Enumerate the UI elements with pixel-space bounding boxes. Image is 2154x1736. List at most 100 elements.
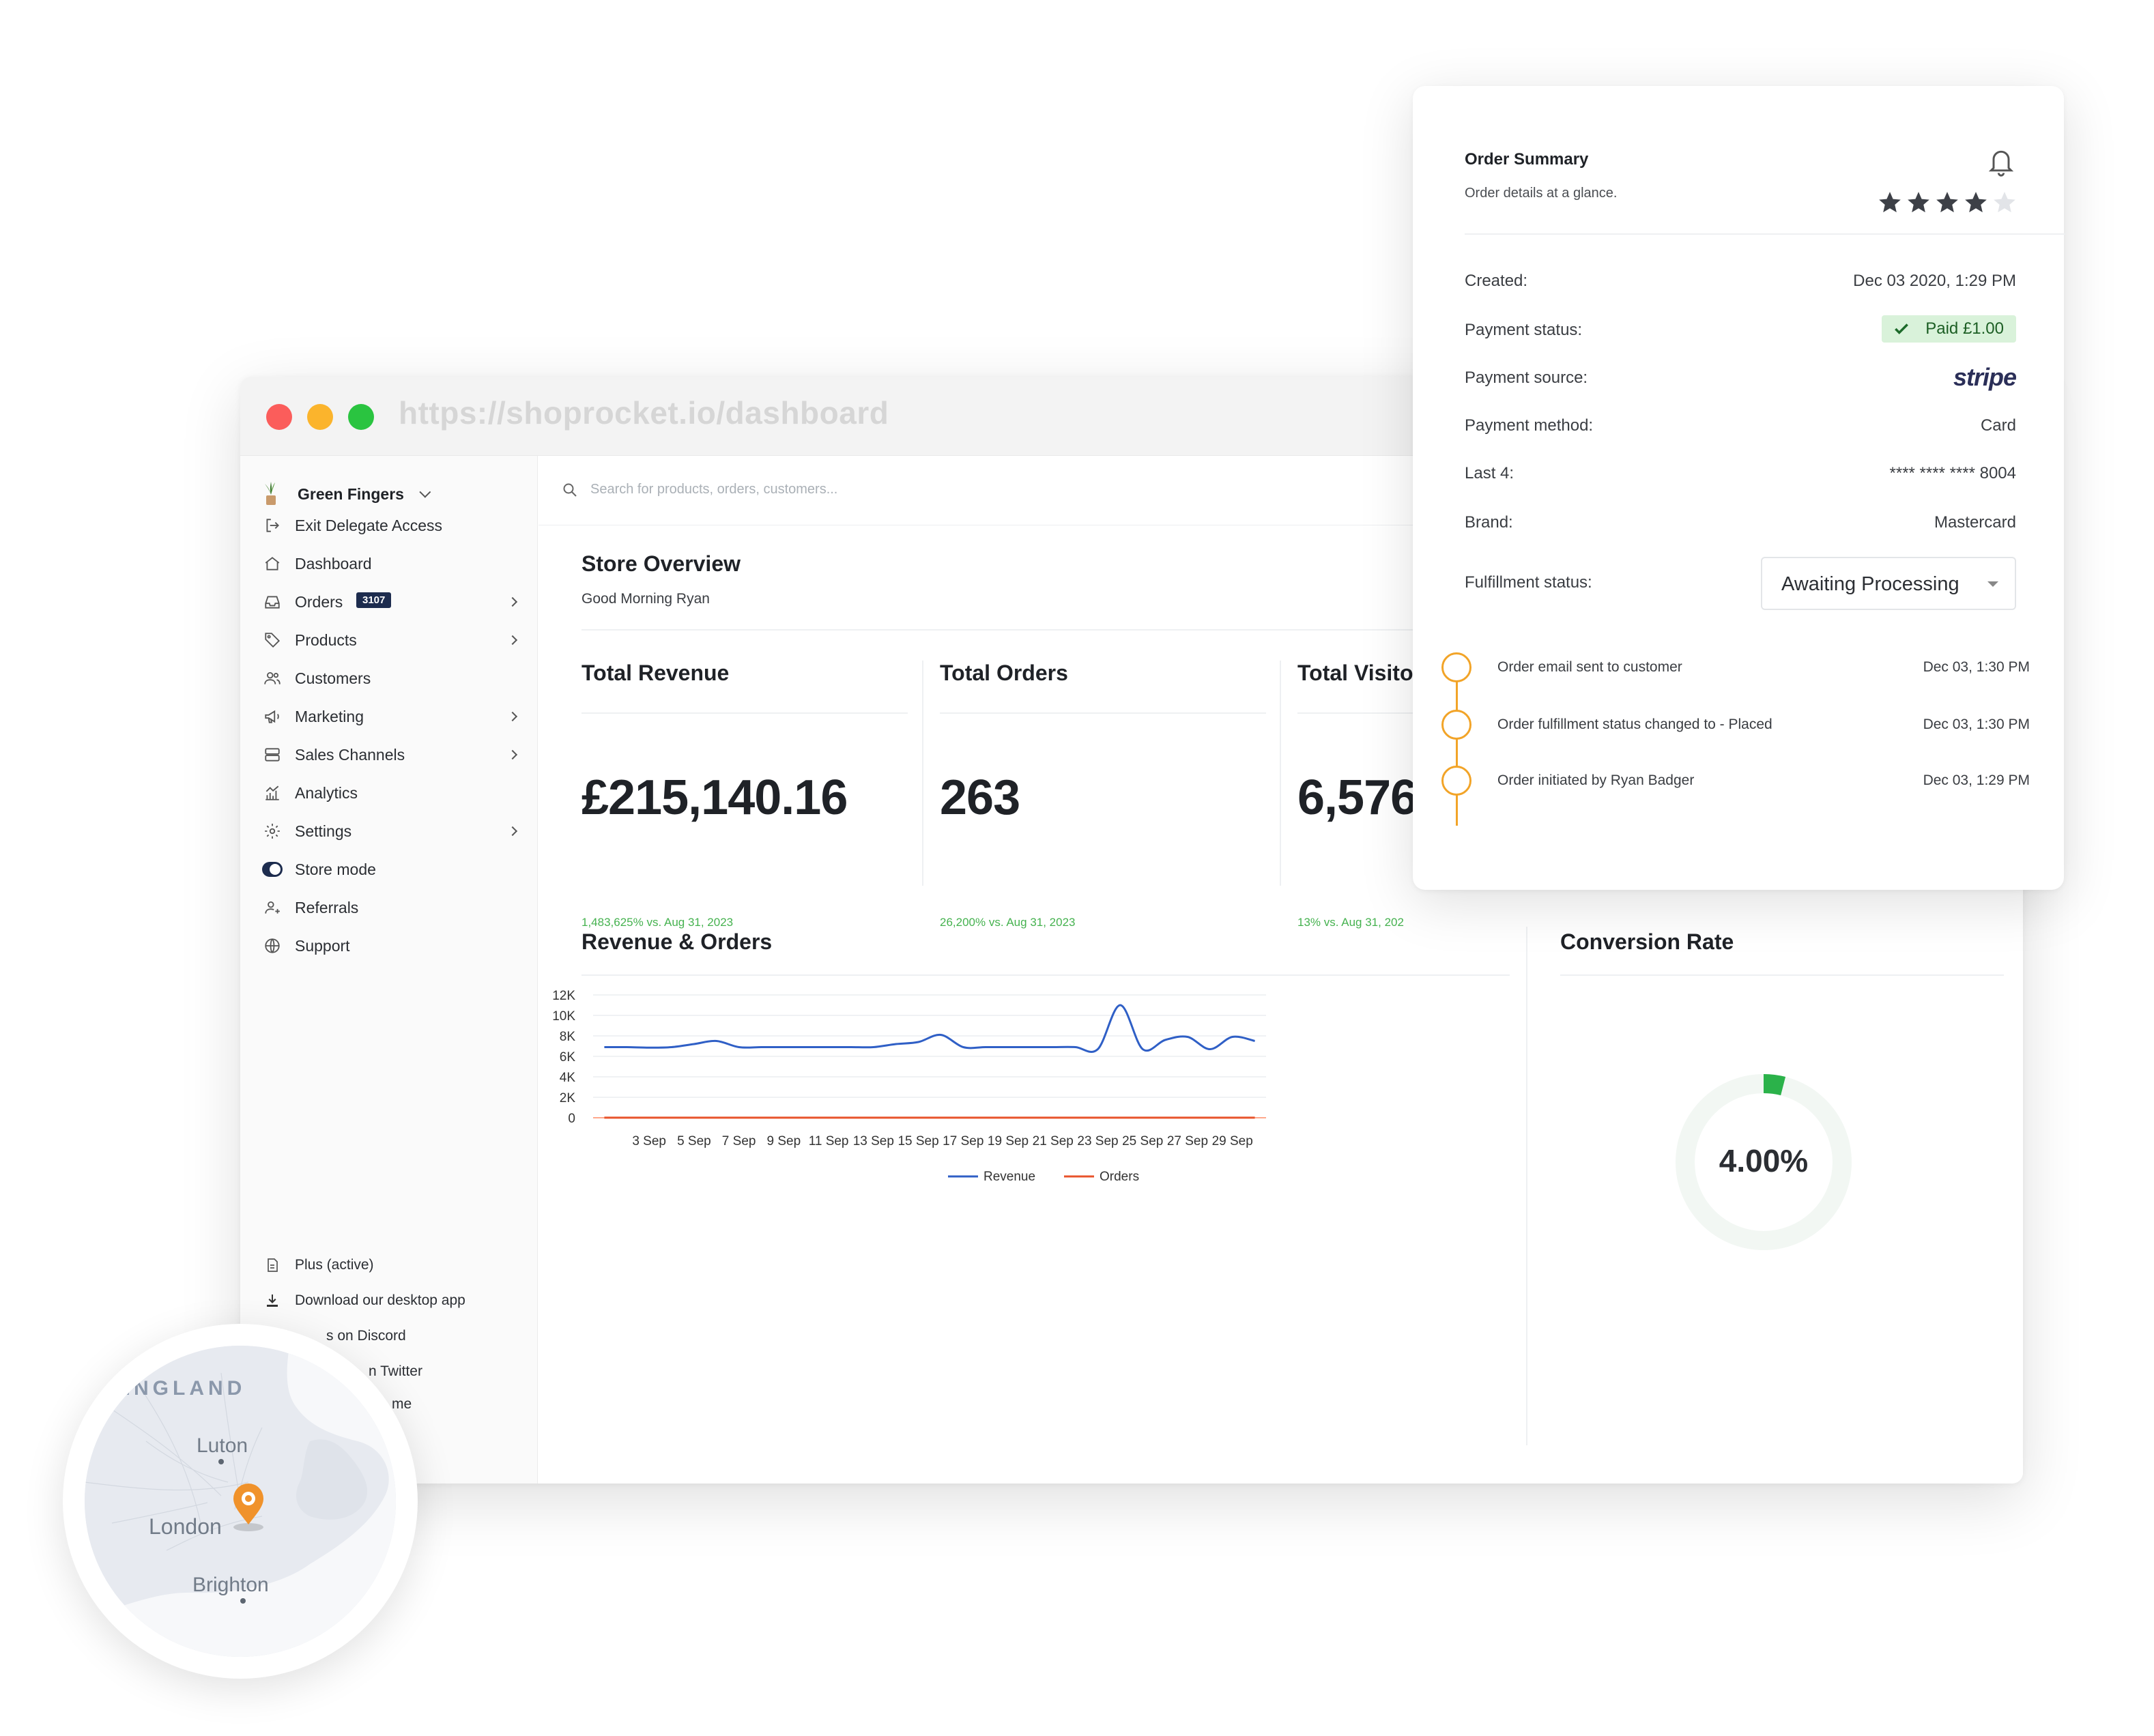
star-filled-icon[interactable] [1906,190,1932,216]
x-tick-label: 13 Sep [853,1134,894,1148]
divider [581,974,1510,976]
timeline-event: Order initiated by Ryan Badger [1497,772,1695,788]
footer-item-plus[interactable]: Plus (active) [240,1247,538,1283]
x-tick-label: 9 Sep [767,1134,801,1148]
timeline-event: Order email sent to customer [1497,659,1682,675]
analytics-icon [262,783,283,803]
brand-label: Brand: [1465,513,1513,532]
sidebar-item-store-mode[interactable]: Store mode [240,850,538,888]
stat-title: Total Revenue [581,661,730,685]
star-filled-icon[interactable] [1963,190,1989,216]
page-title: Store Overview [581,551,741,576]
greeting: Good Morning Ryan [581,591,710,607]
stripe-logo: stripe [1953,363,2017,391]
order-summary-title: Order Summary [1465,150,1589,169]
stat-title: Total Orders [940,661,1068,685]
sidebar-item-support[interactable]: Support [240,927,538,965]
created-value: Dec 03 2020, 1:29 PM [1853,272,2016,290]
footer-item-download-app[interactable]: Download our desktop app [240,1283,538,1318]
sidebar-item-products[interactable]: Products [240,621,538,659]
timeline-node [1441,652,1471,682]
payment-status-badge: Paid £1.00 [1882,315,2016,343]
y-tick-label: 2K [560,1091,576,1105]
star-filled-icon[interactable] [1877,190,1903,216]
sidebar-item-analytics[interactable]: Analytics [240,774,538,812]
rating-stars[interactable] [1877,190,2017,216]
megaphone-icon [262,706,283,727]
divider [1526,927,1527,1445]
store-name: Green Fingers [298,484,404,503]
sidebar-item-label: Analytics [295,783,358,802]
users-icon [262,668,283,689]
plant-logo-icon [261,481,281,507]
sidebar-item-label: Sales Channels [295,745,405,764]
download-icon [262,1290,283,1311]
star-filled-icon[interactable] [1934,190,1960,216]
document-icon [262,1255,283,1275]
x-tick-label: 11 Sep [809,1134,849,1148]
sidebar-item-referrals[interactable]: Referrals [240,888,538,927]
order-summary-subtitle: Order details at a glance. [1465,186,1618,201]
sidebar-item-customers[interactable]: Customers [240,659,538,697]
timeline-node [1441,766,1471,796]
conversion-gauge: 4.00% [1676,1074,1852,1250]
chevron-right-icon [507,711,518,722]
minimize-window-button[interactable] [307,404,333,430]
stat-value: 6,576 [1297,770,1418,825]
last4-value: **** **** **** 8004 [1889,464,2016,482]
stat-title: Total Visito [1297,661,1413,685]
exit-icon [262,515,283,536]
stat-delta: 13% vs. Aug 31, 202 [1297,916,1404,929]
sidebar-item-label: Referrals [295,898,359,916]
last4-label: Last 4: [1465,464,1514,482]
sidebar-item-marketing[interactable]: Marketing [240,697,538,736]
sidebar-item-label: Store mode [295,860,376,878]
gear-icon [262,821,283,841]
sidebar-item-label: Customers [295,669,371,687]
chevron-down-icon [419,486,431,498]
fulfillment-status-value: Awaiting Processing [1781,573,1959,595]
sidebar-item-exit-delegate[interactable]: Exit Delegate Access [240,506,538,545]
search-icon [562,482,578,502]
map-city-brighton: Brighton [192,1574,269,1596]
stat-delta: 26,200% vs. Aug 31, 2023 [940,916,1076,929]
close-window-button[interactable] [266,404,292,430]
referral-icon [262,897,283,918]
sidebar-item-dashboard[interactable]: Dashboard [240,545,538,583]
created-label: Created: [1465,272,1528,290]
divider [922,661,923,886]
star-empty-icon[interactable] [1992,190,2017,216]
chevron-right-icon [507,826,518,837]
payment-status-value: Paid £1.00 [1925,319,2004,338]
toggle-icon[interactable] [262,859,283,880]
divider [1560,974,2004,976]
fulfillment-status-select[interactable]: Awaiting Processing [1761,557,2016,610]
timeline-event: Order fulfillment status changed to - Pl… [1497,717,1772,732]
sidebar-item-label: Support [295,936,350,955]
x-tick-label: 3 Sep [632,1134,666,1148]
x-tick-label: 19 Sep [988,1134,1029,1148]
y-tick-label: 0 [568,1112,575,1126]
search-input[interactable]: Search for products, orders, customers..… [590,482,837,497]
sidebar-item-orders[interactable]: Orders 3107 [240,583,538,621]
chevron-right-icon [507,749,518,760]
location-map: ENGLAND Luton London Brighton [85,1346,396,1657]
map-city-london: London [149,1514,222,1539]
timeline-line [1456,667,1458,826]
gauge-fill [1763,1074,1786,1096]
sidebar-item-label: Orders [295,592,343,611]
legend-label: Revenue [983,1170,1035,1184]
payment-method-label: Payment method: [1465,416,1594,435]
x-tick-label: 7 Sep [722,1134,756,1148]
chevron-right-icon [507,635,518,646]
bell-icon[interactable] [1986,145,2016,182]
sidebar-item-sales-channels[interactable]: Sales Channels [240,736,538,774]
maximize-window-button[interactable] [348,404,374,430]
store-switcher[interactable]: Green Fingers [261,480,431,508]
footer-item-label: n Twitter [369,1363,422,1379]
sidebar-item-settings[interactable]: Settings [240,812,538,850]
sidebar-item-label: Settings [295,822,352,840]
x-tick-label: 29 Sep [1212,1134,1253,1148]
order-summary-card: Order Summary Order details at a glance.… [1413,86,2065,890]
address-bar[interactable]: https://shoprocket.io/dashboard [399,394,889,431]
